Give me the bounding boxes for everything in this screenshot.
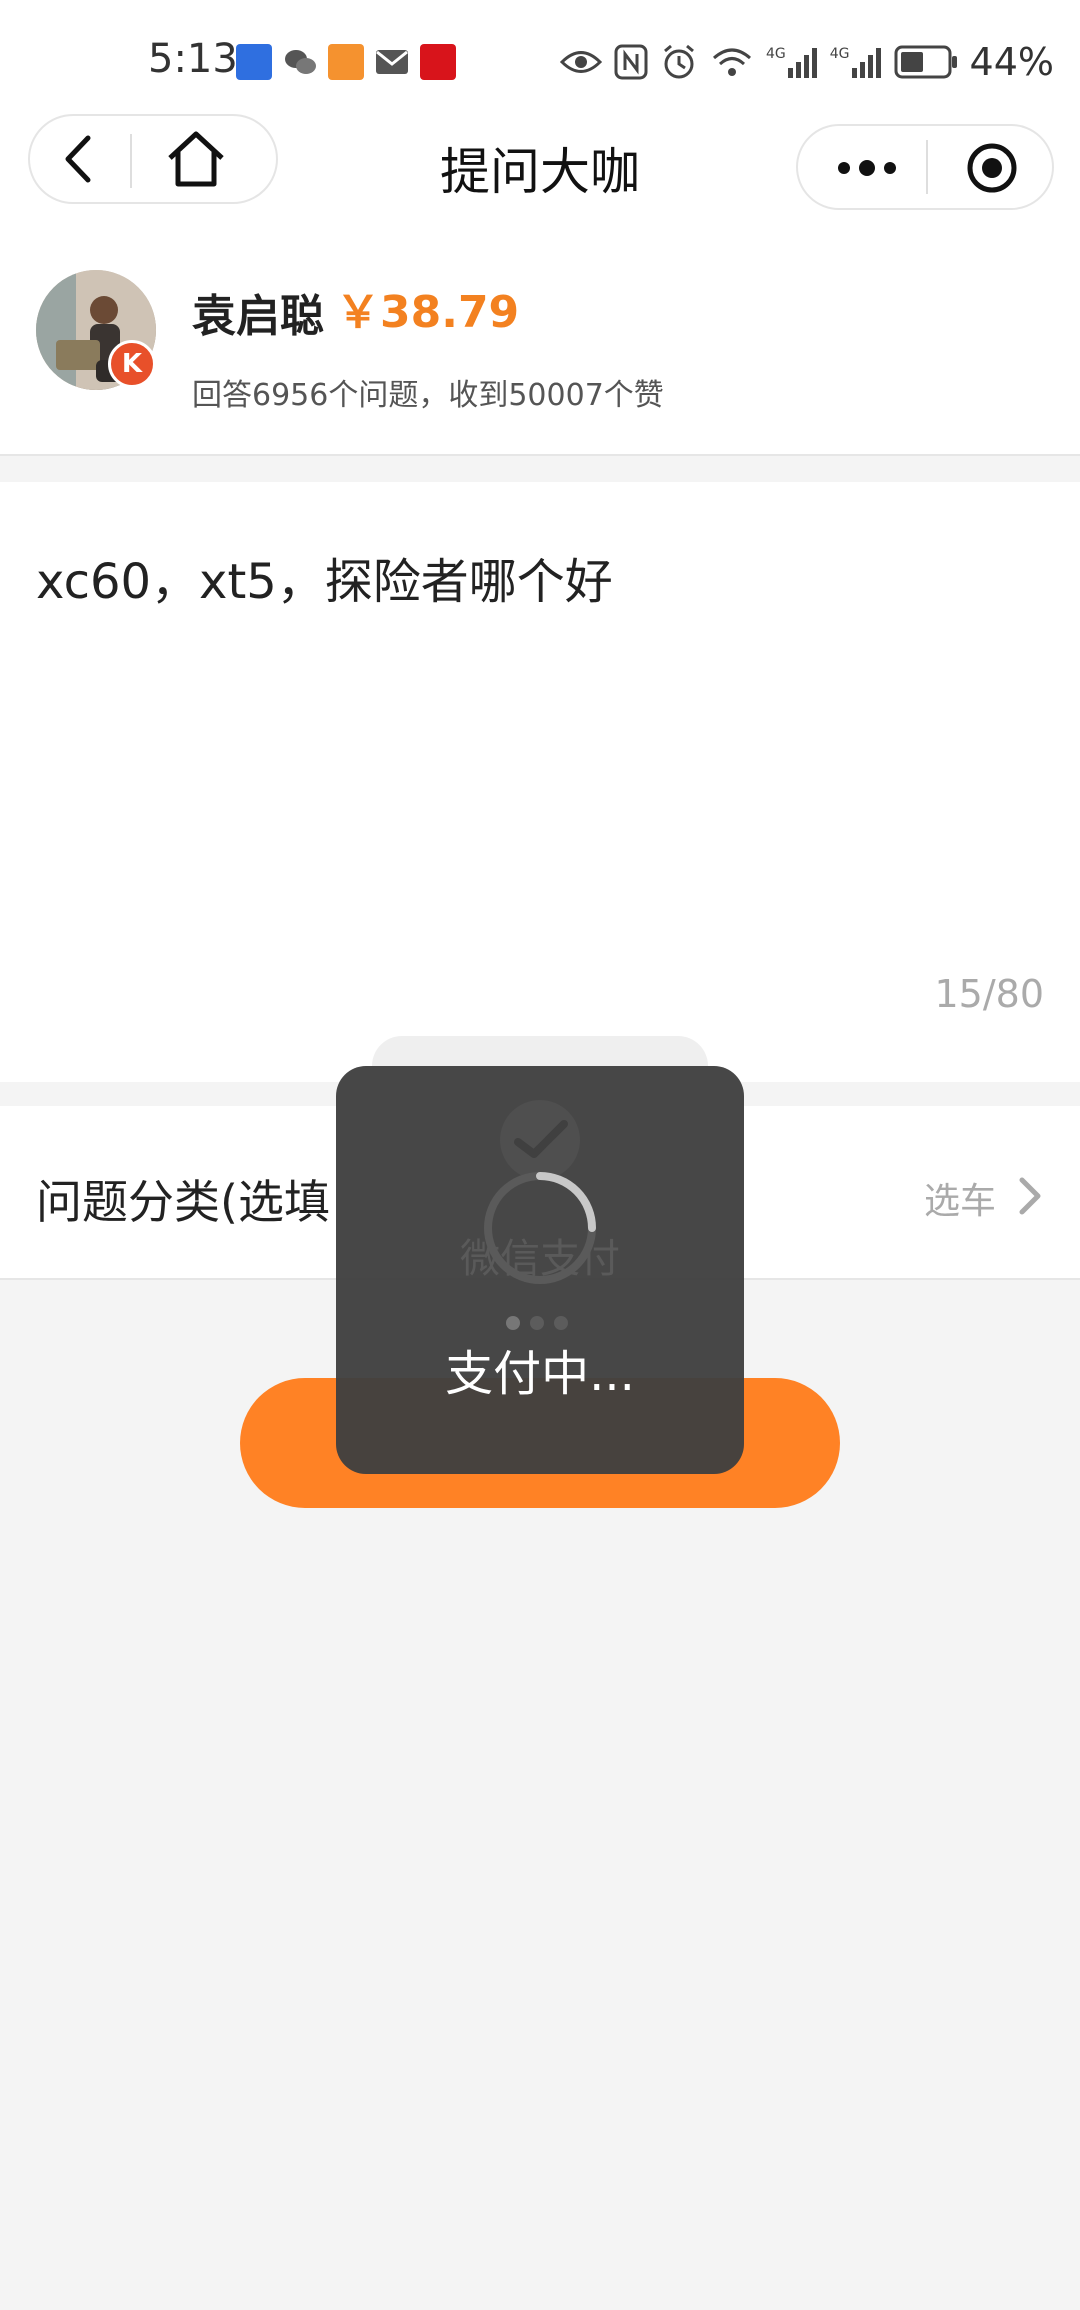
battery-percentage: 44% (969, 40, 1054, 84)
signal-icon: 4G (830, 46, 882, 78)
battery-icon (894, 45, 957, 79)
close-miniprogram-button[interactable] (966, 142, 1018, 194)
question-input[interactable]: xc60，xt5，探险者哪个好 15/80 (0, 482, 1080, 1082)
expert-name: 袁启聪 (192, 291, 324, 342)
nfc-icon (614, 44, 648, 80)
hejia-icon (236, 44, 272, 80)
status-time: 5:13 (148, 36, 238, 82)
more-button[interactable] (832, 146, 902, 190)
loading-text: 支付中... (445, 1346, 635, 1402)
pager-dot (554, 1316, 568, 1330)
chevron-right-icon (1019, 1177, 1041, 1215)
category-value: 选车 (923, 1181, 996, 1222)
chat-bubble-icon (328, 44, 364, 80)
question-text[interactable]: xc60，xt5，探险者哪个好 (36, 542, 613, 612)
notification-icons (236, 44, 456, 80)
category-label: 问题分类(选填 (36, 1175, 330, 1229)
loading-toast: 微信支付 支付中... (336, 1066, 744, 1474)
expert-price: ￥38.79 (336, 287, 520, 338)
wifi-icon (713, 48, 751, 76)
more-icon (838, 160, 896, 176)
pager-dots (506, 1316, 568, 1330)
pager-dot (506, 1316, 520, 1330)
signal-icon: 4G (766, 46, 818, 78)
network-type-label: 4G (829, 46, 850, 62)
red-app-icon (420, 44, 456, 80)
verified-badge: K (108, 340, 156, 388)
mail-icon (374, 44, 410, 80)
pager-dot (530, 1316, 544, 1330)
expert-stats: 回答6956个问题，收到50007个赞 (192, 378, 664, 413)
nav-bar: 提问大咖 (0, 100, 1080, 240)
char-count: 15/80 (934, 972, 1044, 1016)
capsule-divider (926, 140, 928, 194)
eye-icon (560, 51, 602, 73)
system-icons: 4G 4G 44% (560, 40, 1054, 84)
nav-capsule-right (796, 124, 1054, 210)
close-target-icon (967, 143, 1017, 193)
alarm-icon (664, 44, 694, 79)
loading-spinner-icon (484, 1172, 596, 1284)
network-type-label: 4G (766, 46, 786, 62)
wechat-icon (282, 44, 318, 80)
expert-profile: K 袁启聪 ￥38.79 回答6956个问题，收到50007个赞 (0, 240, 1080, 456)
